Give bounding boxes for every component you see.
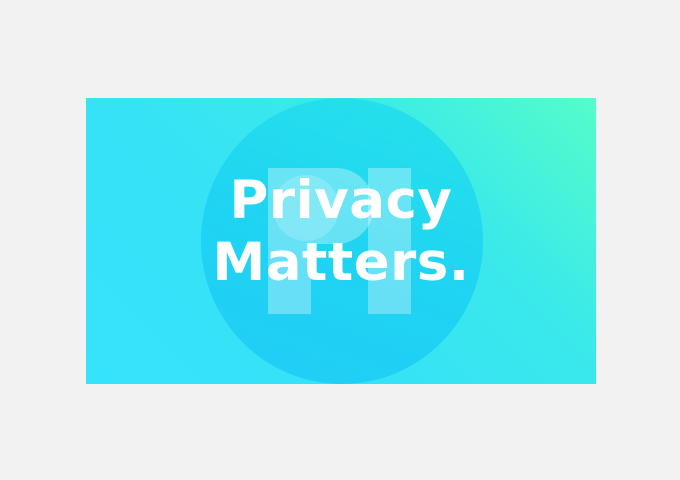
headline: Privacy Matters. — [86, 170, 596, 294]
privacy-banner: Privacy Matters. — [86, 98, 596, 384]
headline-line-1: Privacy — [229, 170, 453, 231]
headline-line-2: Matters. — [212, 232, 470, 293]
